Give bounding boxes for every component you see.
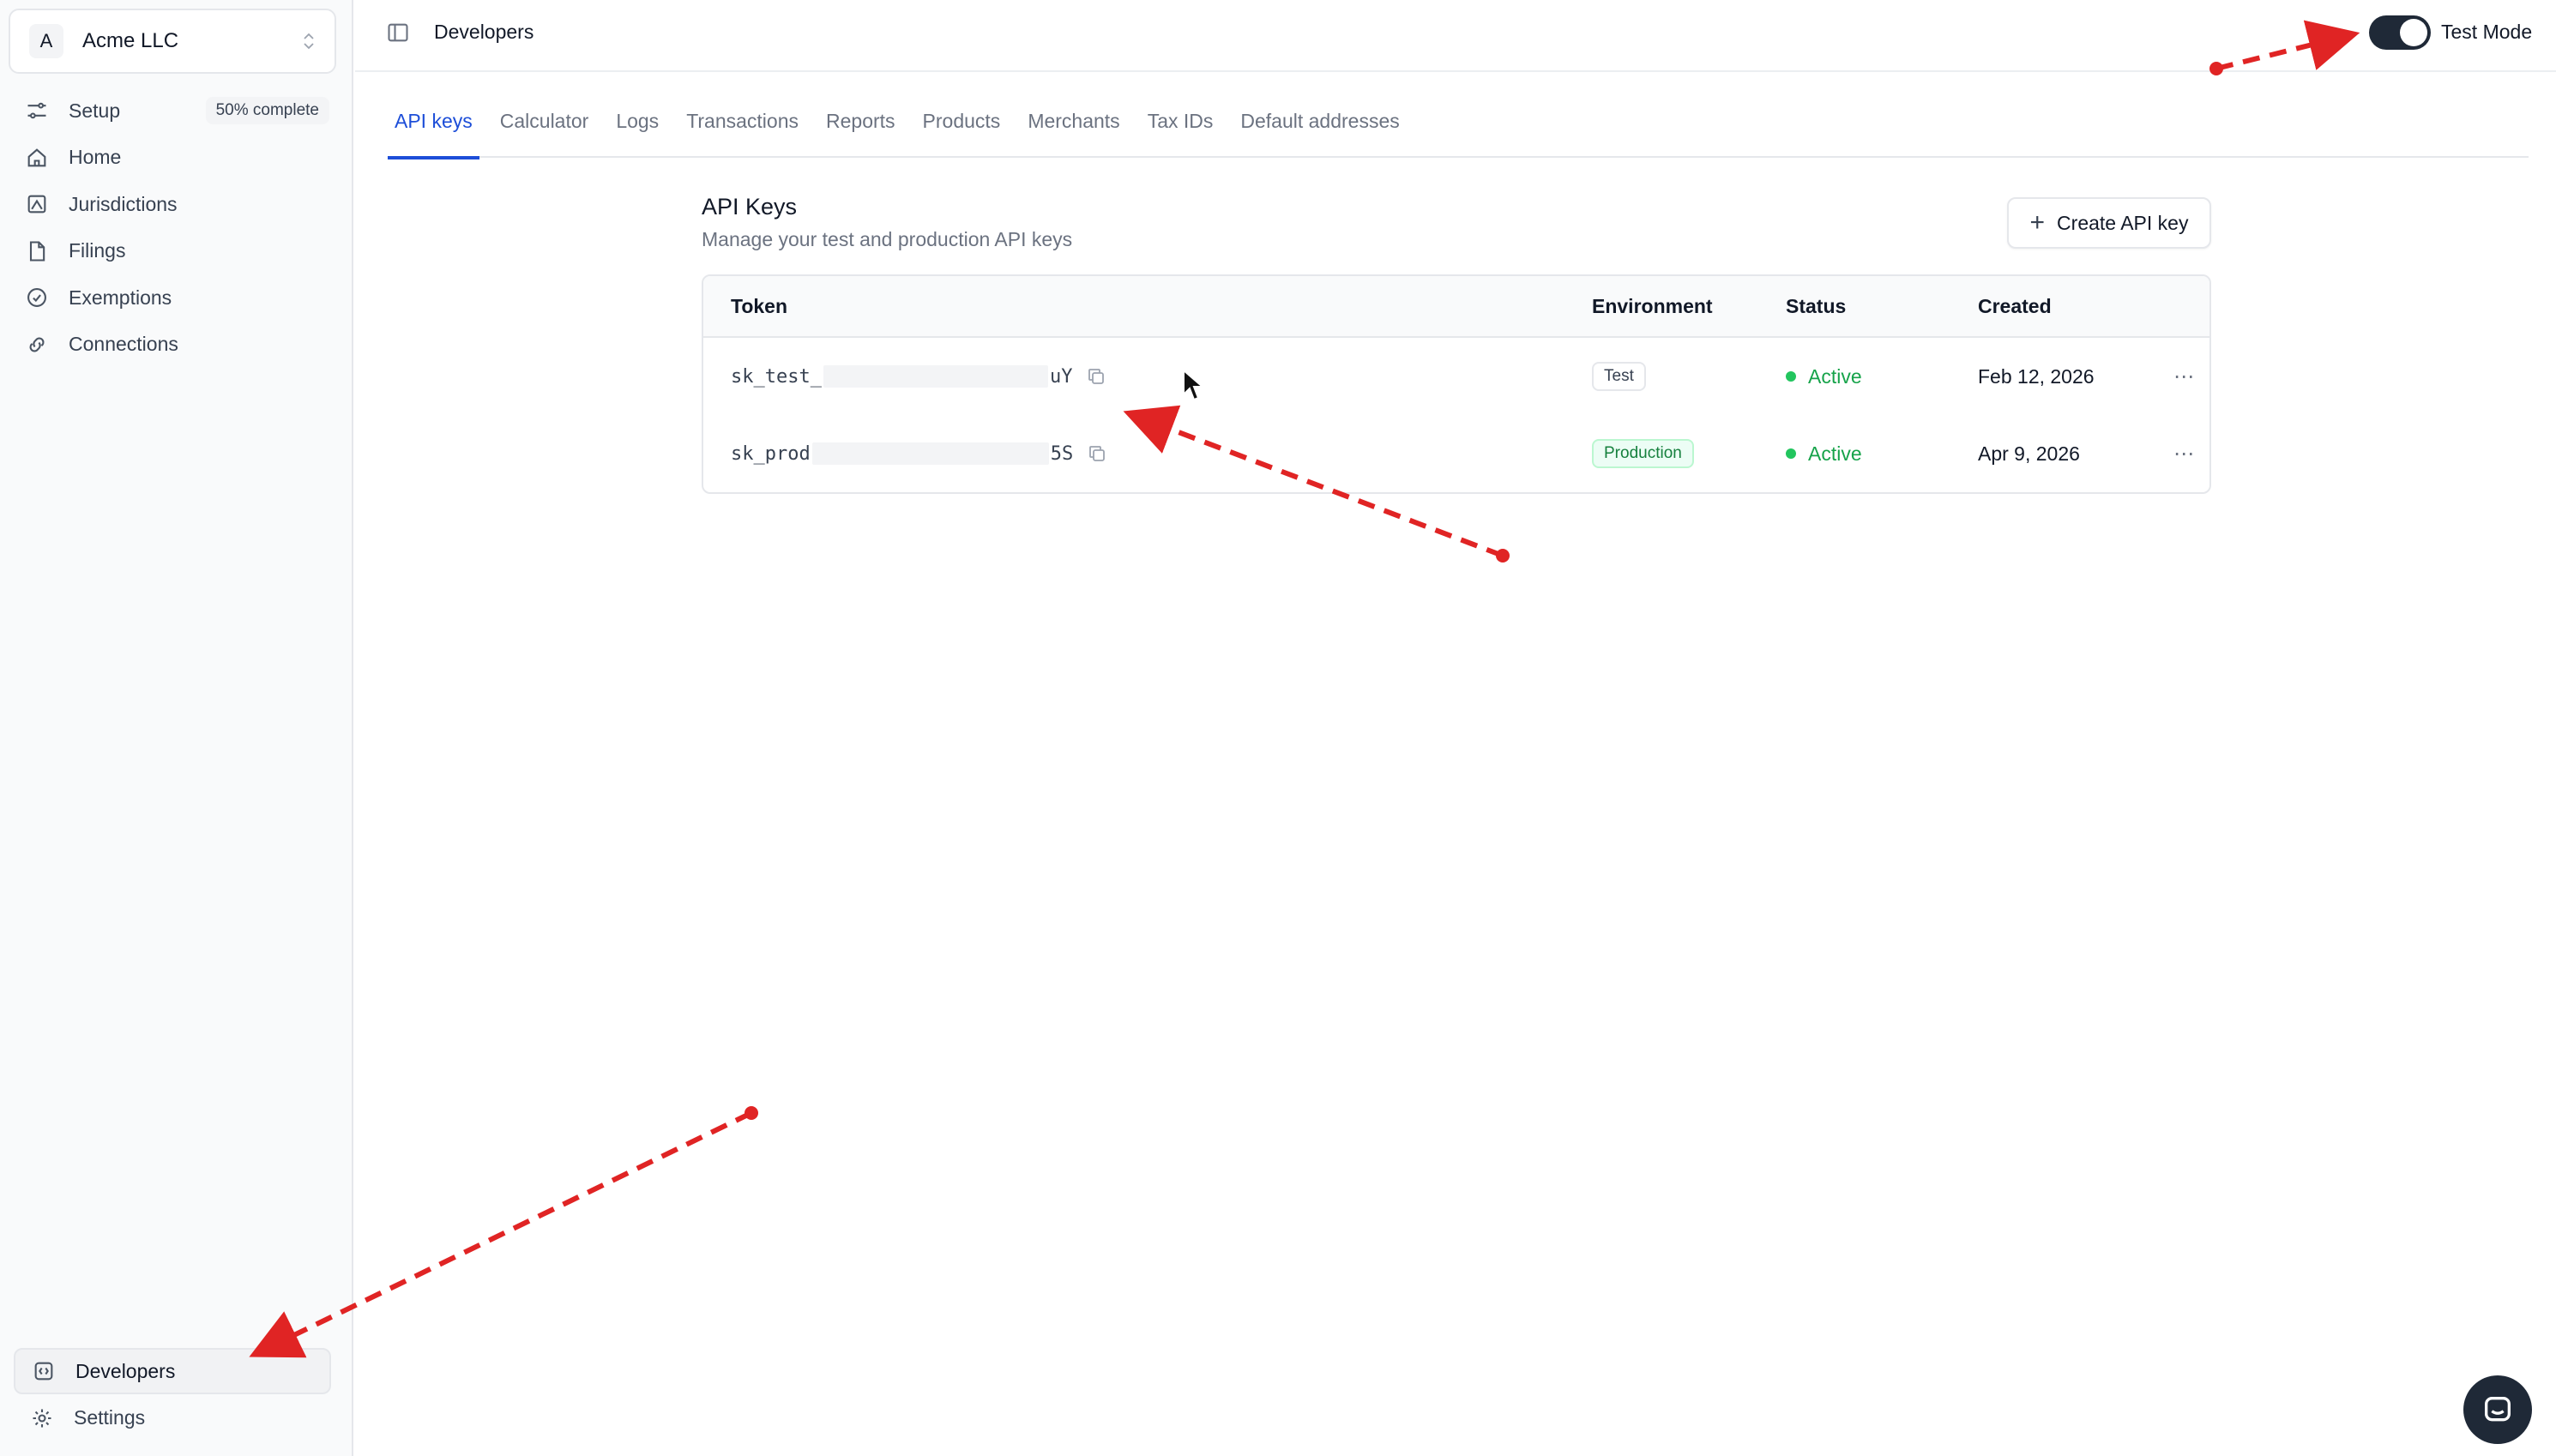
chevron-up-down-icon [302,30,316,52]
page-title: Developers [434,21,534,43]
column-header-environment: Environment [1592,295,1713,317]
tab-default-addresses[interactable]: Default addresses [1233,103,1406,158]
org-switcher[interactable]: A Acme LLC [9,9,336,74]
tab-logs[interactable]: Logs [609,103,666,158]
created-date: Feb 12, 2026 [1978,364,2095,388]
sidebar-item-jurisdictions[interactable]: Jurisdictions [14,181,340,227]
sliders-icon [24,98,50,123]
sidebar-item-label: Setup [69,99,121,122]
redacted-token [823,365,1048,388]
section-subtitle: Manage your test and production API keys [702,228,1073,250]
link-icon [24,332,50,358]
setup-progress-badge: 50% complete [205,97,329,124]
tab-transactions[interactable]: Transactions [679,103,805,158]
sidebar: A Acme LLC Setup 50% complete Home Juris… [0,0,353,1456]
org-avatar: A [29,24,63,58]
sidebar-item-developers[interactable]: Developers [14,1348,331,1394]
status-label: Active [1808,364,1862,388]
org-name: Acme LLC [82,29,179,52]
status-cell: Active [1786,415,1862,492]
plus-icon: + [2029,208,2046,237]
status-cell: Active [1786,338,1862,415]
redacted-token [811,442,1049,465]
chat-icon [2485,1397,2511,1422]
token-value: sk_prod 5S [731,415,1107,492]
section-title: API Keys [702,194,798,220]
sidebar-item-home[interactable]: Home [14,135,340,181]
test-mode-label: Test Mode [2441,21,2533,43]
file-icon [24,238,50,264]
token-prefix: sk_test_ [731,365,822,388]
tab-merchants[interactable]: Merchants [1021,103,1126,158]
sidebar-item-exemptions[interactable]: Exemptions [14,274,340,321]
sidebar-nav: Setup 50% complete Home Jurisdictions Fi… [14,87,340,368]
tab-products[interactable]: Products [916,103,1008,158]
map-icon [24,191,50,217]
environment-badge: Test [1592,362,1646,391]
table-row: sk_test_ uY Test Active Feb 12, 2026 ⋯ [703,338,2209,415]
column-header-token: Token [731,295,788,317]
tab-tax-ids[interactable]: Tax IDs [1141,103,1221,158]
tab-api-keys[interactable]: API keys [388,103,479,159]
test-mode-toggle[interactable] [2369,15,2431,50]
sidebar-item-label: Settings [74,1406,146,1429]
top-header: Developers Test Mode [355,0,2556,72]
sidebar-toggle-icon[interactable] [386,21,410,45]
sidebar-item-connections[interactable]: Connections [14,322,340,368]
sidebar-item-label: Exemptions [69,286,172,309]
check-badge-icon [24,285,50,310]
column-header-status: Status [1786,295,1847,317]
table-header: Token Environment Status Created [703,276,2209,338]
sidebar-item-label: Filings [69,239,126,262]
created-date: Apr 9, 2026 [1978,442,2080,465]
token-suffix: uY [1049,365,1073,388]
chat-launcher-button[interactable] [2463,1375,2532,1444]
token-value: sk_test_ uY [731,338,1106,415]
copy-icon[interactable] [1086,366,1106,387]
sidebar-item-setup[interactable]: Setup 50% complete [14,87,340,134]
toggle-knob [2400,19,2427,46]
developer-tabs: API keys Calculator Logs Transactions Re… [388,103,2529,159]
sidebar-item-label: Connections [69,333,178,355]
mouse-cursor-icon [1183,369,1205,401]
status-badge: Active [1786,365,1862,388]
token-prefix: sk_prod [731,442,811,465]
row-actions-button[interactable]: ⋯ [2173,415,2195,492]
environment-cell: Test [1592,338,1646,415]
status-label: Active [1808,442,1862,465]
sidebar-item-label: Home [69,146,122,168]
status-dot-icon [1786,448,1796,459]
api-keys-table: Token Environment Status Created sk_test… [702,274,2211,494]
tab-reports[interactable]: Reports [819,103,902,158]
environment-badge: Production [1592,439,1694,468]
column-header-created: Created [1978,295,2052,317]
sidebar-item-settings[interactable]: Settings [14,1395,331,1441]
sidebar-item-label: Jurisdictions [69,192,178,215]
create-api-key-label: Create API key [2057,211,2189,234]
tab-calculator[interactable]: Calculator [493,103,596,158]
status-badge: Active [1786,442,1862,466]
gear-icon [29,1405,55,1431]
token-suffix: 5S [1050,442,1074,465]
app: A Acme LLC Setup 50% complete Home Juris… [0,0,2556,1456]
home-icon [24,145,50,171]
sidebar-item-label: Developers [75,1359,176,1382]
copy-icon[interactable] [1087,443,1107,464]
sidebar-bottom-nav: Developers Settings [14,1348,331,1441]
row-actions-button[interactable]: ⋯ [2173,338,2195,415]
environment-cell: Production [1592,415,1694,492]
code-icon [31,1358,57,1384]
sidebar-item-filings[interactable]: Filings [14,228,340,274]
create-api-key-button[interactable]: + Create API key [2007,197,2211,249]
table-row: sk_prod 5S Production Active Apr 9, 2026 … [703,415,2209,492]
status-dot-icon [1786,371,1796,382]
